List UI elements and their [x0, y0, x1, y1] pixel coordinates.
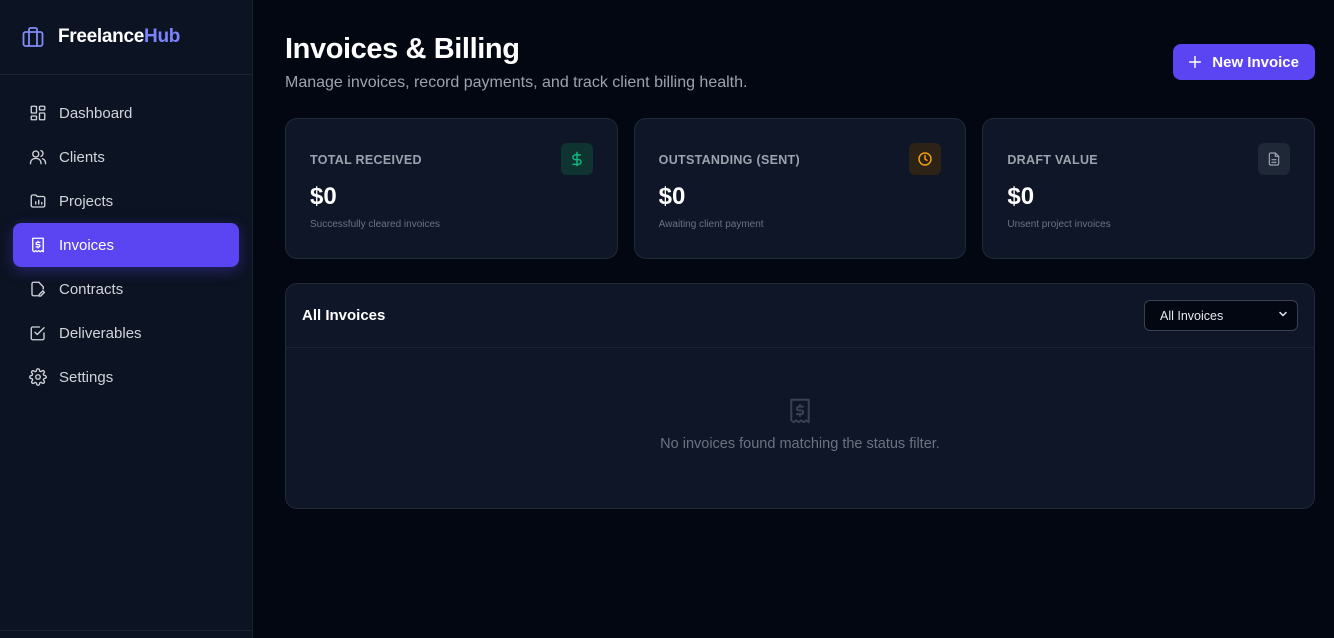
stat-value: $0	[1007, 183, 1035, 210]
sidebar-item-label: Clients	[59, 148, 105, 166]
stat-card-total-received: TOTAL RECEIVED $0 Successfully cleared i…	[285, 118, 618, 259]
users-icon	[29, 148, 47, 166]
file-edit-icon	[29, 280, 47, 298]
sidebar-item-dashboard[interactable]: Dashboard	[13, 91, 239, 135]
stat-card-draft-value: DRAFT VALUE $0 Unsent project invoices	[982, 118, 1316, 259]
sidebar-item-contracts[interactable]: Contracts	[13, 267, 239, 311]
brand-name-accent: Hub	[144, 26, 181, 47]
sidebar-nav: Dashboard Clients Projects Invoices Cont…	[0, 75, 252, 399]
stat-description: Successfully cleared invoices	[310, 219, 441, 230]
sidebar-item-label: Settings	[59, 368, 114, 386]
empty-state-text: No invoices found matching the status fi…	[660, 436, 940, 452]
invoices-panel: All Invoices All Invoices No invoices fo…	[285, 283, 1315, 509]
sidebar-item-invoices[interactable]: Invoices	[13, 223, 239, 267]
receipt-dollar-icon	[29, 236, 47, 254]
app-root: FreelanceHub Dashboard Clients Projects	[0, 0, 1334, 638]
brand[interactable]: FreelanceHub	[0, 0, 252, 75]
new-invoice-label: New Invoice	[1212, 53, 1299, 71]
sidebar-item-label: Invoices	[59, 236, 115, 254]
clock-icon	[909, 143, 942, 175]
invoices-panel-title: All Invoices	[302, 307, 386, 324]
stat-label: OUTSTANDING (SENT)	[658, 153, 800, 167]
sidebar-item-label: Contracts	[59, 280, 124, 298]
document-icon	[1258, 143, 1291, 175]
page-heading: Invoices & Billing Manage invoices, reco…	[285, 32, 747, 92]
sidebar-item-label: Dashboard	[59, 104, 133, 122]
check-square-icon	[29, 324, 47, 342]
dollar-icon	[560, 143, 593, 175]
gear-icon	[29, 368, 47, 386]
plus-icon	[1187, 54, 1203, 70]
stat-value: $0	[658, 183, 686, 210]
chevron-down-icon	[1277, 308, 1289, 323]
sidebar-item-projects[interactable]: Projects	[13, 179, 239, 223]
sidebar-item-label: Deliverables	[59, 324, 142, 342]
stat-card-outstanding: OUTSTANDING (SENT) $0 Awaiting client pa…	[633, 118, 967, 259]
stat-value: $0	[310, 183, 337, 210]
receipt-dollar-icon	[785, 396, 815, 426]
new-invoice-button[interactable]: New Invoice	[1173, 44, 1315, 80]
sidebar-item-label: Projects	[59, 192, 114, 210]
sidebar-item-clients[interactable]: Clients	[13, 135, 239, 179]
briefcase-icon	[21, 25, 45, 49]
brand-name-primary: Freelance	[58, 26, 145, 47]
page-subtitle: Manage invoices, record payments, and tr…	[285, 74, 748, 91]
folder-chart-icon	[29, 192, 47, 210]
sidebar: FreelanceHub Dashboard Clients Projects	[0, 0, 253, 638]
brand-name: FreelanceHub	[58, 26, 180, 48]
sidebar-footer-divider	[0, 630, 252, 631]
page-title: Invoices & Billing	[285, 33, 520, 65]
sidebar-item-settings[interactable]: Settings	[13, 355, 239, 399]
stat-description: Unsent project invoices	[1007, 219, 1111, 230]
stat-label: DRAFT VALUE	[1007, 153, 1098, 167]
status-filter-select[interactable]: All Invoices	[1144, 300, 1298, 331]
page-header: Invoices & Billing Manage invoices, reco…	[285, 32, 1315, 118]
main-content: Invoices & Billing Manage invoices, reco…	[253, 0, 1334, 638]
empty-state: No invoices found matching the status fi…	[286, 348, 1314, 452]
status-filter-value: All Invoices	[1160, 308, 1224, 323]
dashboard-grid-icon	[29, 104, 47, 122]
stat-description: Awaiting client payment	[658, 219, 764, 230]
stats-row: TOTAL RECEIVED $0 Successfully cleared i…	[285, 118, 1316, 259]
invoices-panel-header: All Invoices All Invoices	[286, 284, 1314, 348]
stat-label: TOTAL RECEIVED	[310, 153, 422, 167]
sidebar-item-deliverables[interactable]: Deliverables	[13, 311, 239, 355]
